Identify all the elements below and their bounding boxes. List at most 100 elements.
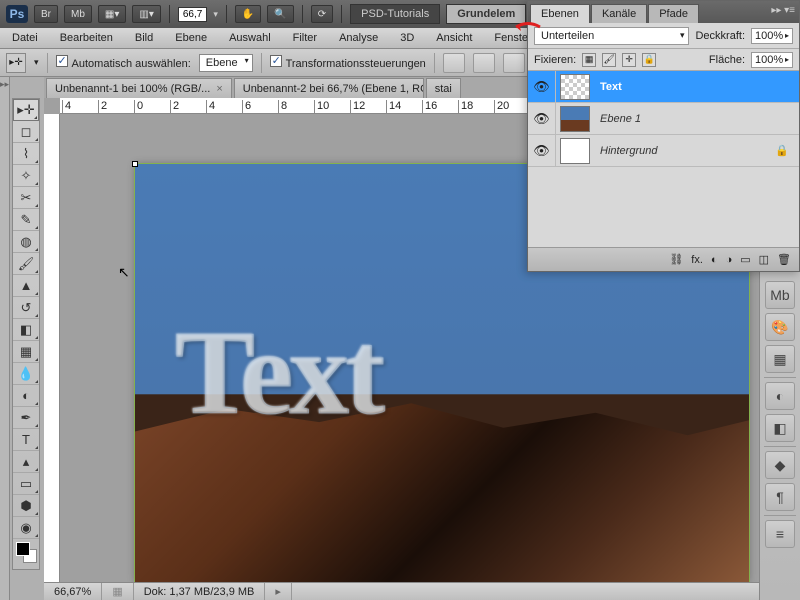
layer-thumbnail[interactable] bbox=[560, 74, 590, 100]
layer-name[interactable]: Hintergrund bbox=[594, 145, 657, 157]
visibility-icon[interactable]: 👁 bbox=[528, 103, 556, 134]
rotate-button[interactable]: ⟳ bbox=[311, 5, 333, 23]
layer-mask-icon[interactable]: ◐ bbox=[711, 254, 718, 266]
adjustment-layer-icon[interactable]: ◑ bbox=[726, 254, 733, 266]
shape-tool[interactable]: ▭ bbox=[13, 473, 39, 495]
gradient-tool[interactable]: ▦ bbox=[13, 341, 39, 363]
color-icon[interactable]: 🎨 bbox=[765, 313, 795, 341]
type-tool[interactable]: T bbox=[13, 429, 39, 451]
dodge-tool[interactable]: ◐ bbox=[13, 385, 39, 407]
minibridge-icon[interactable]: Mb bbox=[765, 281, 795, 309]
status-zoom[interactable]: 66,67% bbox=[44, 583, 102, 600]
stamp-tool[interactable]: ▲ bbox=[13, 275, 39, 297]
layer-row-hintergrund[interactable]: 👁 Hintergrund 🔒 bbox=[528, 135, 799, 167]
color-swatches[interactable] bbox=[13, 539, 39, 569]
menu-bearbeiten[interactable]: Bearbeiten bbox=[56, 30, 117, 46]
menu-filter[interactable]: Filter bbox=[289, 30, 321, 46]
move-tool[interactable]: ▸✛ bbox=[13, 99, 39, 121]
menu-analyse[interactable]: Analyse bbox=[335, 30, 382, 46]
lasso-tool[interactable]: ⌇ bbox=[13, 143, 39, 165]
menu-ansicht[interactable]: Ansicht bbox=[432, 30, 476, 46]
fill-input[interactable]: 100%▸ bbox=[751, 52, 793, 68]
zoom-button[interactable]: 🔍 bbox=[267, 5, 293, 23]
dropdown-icon[interactable]: ▾ bbox=[34, 57, 39, 68]
menu-bild[interactable]: Bild bbox=[131, 30, 157, 46]
pen-tool[interactable]: ✒ bbox=[13, 407, 39, 429]
3d-tool[interactable]: ⬢ bbox=[13, 495, 39, 517]
blur-tool[interactable]: 💧 bbox=[13, 363, 39, 385]
masks-icon[interactable]: ◧ bbox=[765, 414, 795, 442]
history-brush-tool[interactable]: ↺ bbox=[13, 297, 39, 319]
auto-select-checkbox[interactable]: Automatisch auswählen: bbox=[56, 55, 191, 70]
wand-tool[interactable]: ✧ bbox=[13, 165, 39, 187]
move-tool-preset[interactable]: ▸✛ bbox=[6, 53, 26, 73]
align-top-button[interactable] bbox=[443, 53, 465, 73]
delete-layer-icon[interactable]: 🗑 bbox=[777, 253, 791, 266]
character-icon[interactable]: ¶ bbox=[765, 483, 795, 511]
zoom-level[interactable]: 66,7 bbox=[178, 7, 207, 22]
swatches-icon[interactable]: ▦ bbox=[765, 345, 795, 373]
layer-name[interactable]: Ebene 1 bbox=[594, 113, 641, 125]
collapse-arrow-icon[interactable]: ▸▸ bbox=[0, 77, 9, 90]
bridge-button[interactable]: Br bbox=[34, 5, 58, 23]
lock-position-icon[interactable]: ✛ bbox=[622, 53, 636, 67]
adjustments-icon[interactable]: ◐ bbox=[765, 382, 795, 410]
blend-mode-dropdown[interactable]: Unterteilen bbox=[534, 27, 689, 45]
panel-menu-icon[interactable]: ▸▸ ▾≡ bbox=[771, 5, 795, 16]
hand-button[interactable]: ✋ bbox=[235, 5, 261, 23]
document-tab-3[interactable]: stai bbox=[426, 78, 461, 98]
3d-camera-tool[interactable]: ◉ bbox=[13, 517, 39, 539]
document-tab-1[interactable]: Unbenannt-1 bei 100% (RGB/...× bbox=[46, 78, 232, 98]
screenmode-button[interactable]: ▦▾ bbox=[98, 5, 126, 23]
eyedropper-tool[interactable]: ✎ bbox=[13, 209, 39, 231]
lock-all-icon[interactable]: 🔒 bbox=[642, 53, 656, 67]
status-menu-icon[interactable]: ▸ bbox=[265, 583, 292, 600]
transform-controls-checkbox[interactable]: Transformationssteuerungen bbox=[270, 55, 426, 70]
tab-kanaele[interactable]: Kanäle bbox=[591, 4, 647, 23]
menu-ebene[interactable]: Ebene bbox=[171, 30, 211, 46]
workspace-tab-tutorials[interactable]: PSD-Tutorials bbox=[350, 4, 440, 24]
status-doc-size[interactable]: Dok: 1,37 MB/23,9 MB bbox=[134, 583, 266, 600]
menu-auswahl[interactable]: Auswahl bbox=[225, 30, 275, 46]
link-layers-icon[interactable]: ⛓ bbox=[669, 253, 683, 266]
vertical-ruler[interactable] bbox=[44, 114, 60, 582]
layers-icon[interactable]: ≡ bbox=[765, 520, 795, 548]
eraser-tool[interactable]: ◧ bbox=[13, 319, 39, 341]
lock-transparency-icon[interactable]: ▦ bbox=[582, 53, 596, 67]
visibility-icon[interactable]: 👁 bbox=[528, 71, 556, 102]
close-icon[interactable]: × bbox=[216, 83, 222, 95]
layer-fx-icon[interactable]: fx. bbox=[691, 254, 703, 266]
arrange-button[interactable]: ▥▾ bbox=[132, 5, 160, 23]
path-select-tool[interactable]: ▴ bbox=[13, 451, 39, 473]
align-middle-button[interactable] bbox=[473, 53, 495, 73]
auto-select-dropdown[interactable]: Ebene bbox=[199, 54, 253, 72]
layer-row-ebene1[interactable]: 👁 Ebene 1 bbox=[528, 103, 799, 135]
marquee-tool[interactable]: ◻ bbox=[13, 121, 39, 143]
lock-pixels-icon[interactable]: 🖌 bbox=[602, 53, 616, 67]
document-tab-2[interactable]: Unbenannt-2 bei 66,7% (Ebene 1, RGB/8) *… bbox=[234, 78, 424, 98]
opacity-input[interactable]: 100%▸ bbox=[751, 28, 793, 44]
brush-tool[interactable]: 🖌 bbox=[13, 253, 39, 275]
menu-3d[interactable]: 3D bbox=[396, 30, 418, 46]
heal-tool[interactable]: ◍ bbox=[13, 231, 39, 253]
styles-icon[interactable]: ◆ bbox=[765, 451, 795, 479]
cursor-icon: ↖ bbox=[118, 264, 130, 281]
fill-label: Fläche: bbox=[709, 54, 745, 66]
crop-tool[interactable]: ✂ bbox=[13, 187, 39, 209]
transform-handle[interactable] bbox=[132, 161, 138, 167]
layers-panel-footer: ⛓ fx. ◐ ◑ ▭ ◫ 🗑 bbox=[528, 247, 799, 271]
layer-group-icon[interactable]: ▭ bbox=[740, 253, 750, 266]
new-layer-icon[interactable]: ◫ bbox=[759, 253, 769, 266]
status-nav-icon[interactable]: ▦ bbox=[102, 583, 133, 600]
layer-thumbnail[interactable] bbox=[560, 106, 590, 132]
align-bottom-button[interactable] bbox=[503, 53, 525, 73]
minibridge-button[interactable]: Mb bbox=[64, 5, 92, 23]
tab-pfade[interactable]: Pfade bbox=[648, 4, 699, 23]
zoom-dropdown-icon[interactable]: ▾ bbox=[213, 9, 218, 20]
layer-thumbnail[interactable] bbox=[560, 138, 590, 164]
layer-name[interactable]: Text bbox=[594, 81, 622, 93]
layer-row-text[interactable]: 👁 Text bbox=[528, 71, 799, 103]
visibility-icon[interactable]: 👁 bbox=[528, 135, 556, 166]
menu-datei[interactable]: Datei bbox=[8, 30, 42, 46]
glass-text-visual: Text bbox=[175, 304, 381, 442]
